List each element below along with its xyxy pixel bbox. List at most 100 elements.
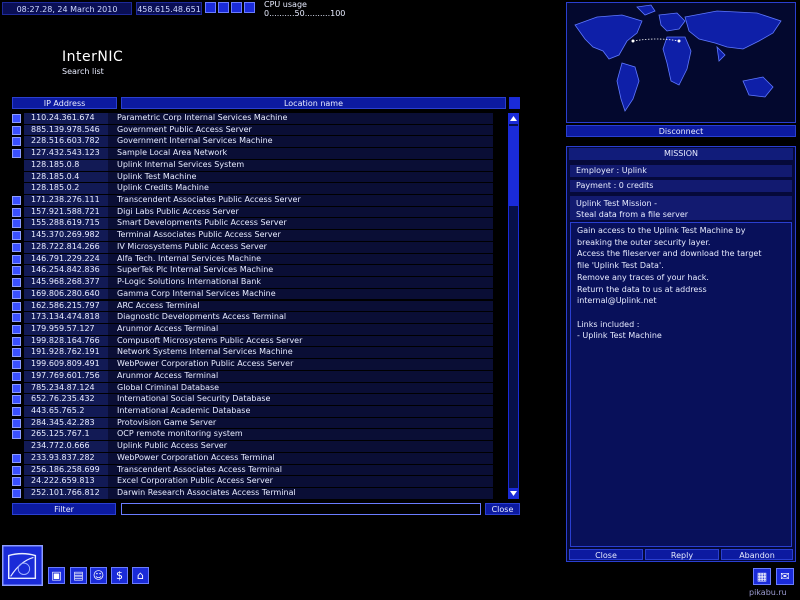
expand-icon[interactable]: [12, 207, 21, 217]
row-location[interactable]: Government Public Access Server: [108, 124, 493, 136]
table-row[interactable]: 128.185.0.4 Uplink Test Machine: [12, 171, 494, 184]
expand-icon[interactable]: [12, 430, 21, 440]
row-location[interactable]: Excel Corporation Public Access Server: [108, 476, 493, 487]
expand-icon[interactable]: [12, 301, 21, 311]
row-location[interactable]: Arunmor Access Terminal: [108, 323, 493, 335]
expand-icon[interactable]: [12, 149, 21, 159]
table-row[interactable]: 252.101.766.812 Darwin Research Associate…: [12, 488, 494, 500]
expand-icon[interactable]: [12, 477, 21, 487]
row-location[interactable]: Darwin Research Associates Access Termin…: [108, 488, 493, 499]
uplink-logo-icon[interactable]: [2, 545, 43, 586]
table-row[interactable]: 199.828.164.766 Compusoft Microsystems Pu…: [12, 335, 494, 348]
row-ip[interactable]: 256.186.258.699: [24, 464, 117, 476]
row-ip[interactable]: 199.609.809.491: [24, 359, 117, 370]
row-location[interactable]: WebPower Corporation Public Access Serve…: [108, 359, 493, 370]
table-row[interactable]: 128.185.0.2 Uplink Credits Machine: [12, 183, 494, 195]
disconnect-button[interactable]: Disconnect: [566, 125, 796, 137]
expand-icon[interactable]: [12, 242, 21, 252]
table-row[interactable]: 233.93.837.282 WebPower Corporation Acces…: [12, 452, 494, 465]
row-location[interactable]: Government Internal Services Machine: [108, 136, 493, 148]
table-row[interactable]: 234.772.0.666 Uplink Public Access Server: [12, 441, 494, 453]
email-icon[interactable]: ✉: [776, 568, 794, 585]
table-row[interactable]: 145.370.269.982 Terminal Associates Publi…: [12, 230, 494, 242]
scrollbar-thumb[interactable]: [509, 126, 518, 206]
row-location[interactable]: Digi Labs Public Access Server: [108, 206, 493, 218]
fastest-icon[interactable]: [244, 2, 255, 13]
row-location[interactable]: ARC Access Terminal: [108, 300, 493, 312]
filter-input[interactable]: [121, 503, 481, 515]
row-ip[interactable]: 228.516.603.782: [24, 136, 117, 148]
hardware-icon[interactable]: ⌂: [132, 567, 149, 584]
row-location[interactable]: Transcendent Associates Access Terminal: [108, 464, 493, 476]
row-ip[interactable]: 234.772.0.666: [24, 441, 117, 452]
row-ip[interactable]: 110.24.361.674: [24, 113, 117, 124]
close-button[interactable]: Close: [485, 503, 520, 515]
expand-icon[interactable]: [12, 371, 21, 381]
expand-icon[interactable]: [12, 418, 21, 428]
column-header-location[interactable]: Location name: [121, 97, 506, 109]
row-location[interactable]: Smart Developments Public Access Server: [108, 218, 493, 230]
row-ip[interactable]: 157.921.588.721: [24, 206, 117, 218]
row-ip[interactable]: 284.345.42.283: [24, 417, 117, 429]
row-location[interactable]: Alfa Tech. Internal Services Machine: [108, 253, 493, 265]
table-row[interactable]: 179.959.57.127 Arunmor Access Terminal: [12, 323, 494, 336]
expand-icon[interactable]: [12, 489, 21, 498]
row-location[interactable]: SuperTek Plc Internal Services Machine: [108, 265, 493, 277]
expand-icon[interactable]: [12, 406, 21, 416]
row-location[interactable]: Network Systems Internal Services Machin…: [108, 347, 493, 359]
row-ip[interactable]: 155.288.619.715: [24, 218, 117, 230]
table-row[interactable]: 199.609.809.491 WebPower Corporation Publ…: [12, 359, 494, 371]
table-row[interactable]: 443.65.765.2 International Academic Datab…: [12, 405, 494, 418]
row-ip[interactable]: 128.185.0.2: [24, 183, 117, 194]
row-ip[interactable]: 146.254.842.836: [24, 265, 117, 277]
row-location[interactable]: Sample Local Area Network: [108, 148, 493, 159]
row-ip[interactable]: 128.185.0.8: [24, 159, 117, 171]
row-location[interactable]: WebPower Corporation Access Terminal: [108, 452, 493, 464]
row-location[interactable]: OCP remote monitoring system: [108, 429, 493, 441]
row-location[interactable]: Uplink Test Machine: [108, 171, 493, 183]
table-row[interactable]: 256.186.258.699 Transcendent Associates A…: [12, 464, 494, 477]
row-ip[interactable]: 169.806.280.640: [24, 288, 117, 300]
row-location[interactable]: Gamma Corp Internal Services Machine: [108, 288, 493, 300]
table-row[interactable]: 228.516.603.782 Government Internal Servi…: [12, 136, 494, 148]
mission-close-button[interactable]: Close: [569, 549, 643, 560]
expand-icon[interactable]: [12, 313, 21, 323]
row-ip[interactable]: 252.101.766.812: [24, 488, 117, 499]
row-ip[interactable]: 146.791.229.224: [24, 253, 117, 265]
table-row[interactable]: 785.234.87.124 Global Criminal Database: [12, 382, 494, 395]
row-location[interactable]: IV Microsystems Public Access Server: [108, 241, 493, 253]
row-location[interactable]: Transcendent Associates Public Access Se…: [108, 195, 493, 206]
row-ip[interactable]: 199.828.164.766: [24, 335, 117, 347]
row-ip[interactable]: 162.586.215.797: [24, 300, 117, 312]
expand-icon[interactable]: [12, 395, 21, 405]
scroll-up-icon[interactable]: [508, 113, 519, 124]
row-location[interactable]: International Academic Database: [108, 405, 493, 417]
row-location[interactable]: Protovision Game Server: [108, 417, 493, 429]
expand-icon[interactable]: [12, 360, 21, 370]
row-ip[interactable]: 265.125.767.1: [24, 429, 117, 441]
row-ip[interactable]: 128.185.0.4: [24, 171, 117, 183]
expand-icon[interactable]: [12, 324, 21, 334]
table-row[interactable]: 110.24.361.674 Parametric Corp Internal S…: [12, 113, 494, 125]
row-ip[interactable]: 197.769.601.756: [24, 370, 117, 382]
row-location[interactable]: Terminal Associates Public Access Server: [108, 230, 493, 241]
table-row[interactable]: 128.185.0.8 Uplink Internal Services Syst…: [12, 159, 494, 172]
row-ip[interactable]: 179.959.57.127: [24, 323, 117, 335]
row-location[interactable]: International Social Security Database: [108, 394, 493, 405]
row-location[interactable]: Uplink Public Access Server: [108, 441, 493, 452]
row-location[interactable]: Global Criminal Database: [108, 382, 493, 394]
table-row[interactable]: 885.139.978.546 Government Public Access …: [12, 124, 494, 137]
table-row[interactable]: 652.76.235.432 International Social Secur…: [12, 394, 494, 406]
expand-icon[interactable]: [12, 114, 21, 123]
expand-icon[interactable]: [12, 219, 21, 229]
row-ip[interactable]: 127.432.543.123: [24, 148, 117, 159]
mission-abandon-button[interactable]: Abandon: [721, 549, 793, 560]
expand-icon[interactable]: [12, 278, 21, 288]
table-row[interactable]: 128.722.814.266 IV Microsystems Public Ac…: [12, 241, 494, 254]
row-location[interactable]: Compusoft Microsystems Public Access Ser…: [108, 335, 493, 347]
row-location[interactable]: Arunmor Access Terminal: [108, 370, 493, 382]
row-ip[interactable]: 233.93.837.282: [24, 452, 117, 464]
table-row[interactable]: 197.769.601.756 Arunmor Access Terminal: [12, 370, 494, 383]
expand-icon[interactable]: [12, 266, 21, 276]
filter-button[interactable]: Filter: [12, 503, 116, 515]
